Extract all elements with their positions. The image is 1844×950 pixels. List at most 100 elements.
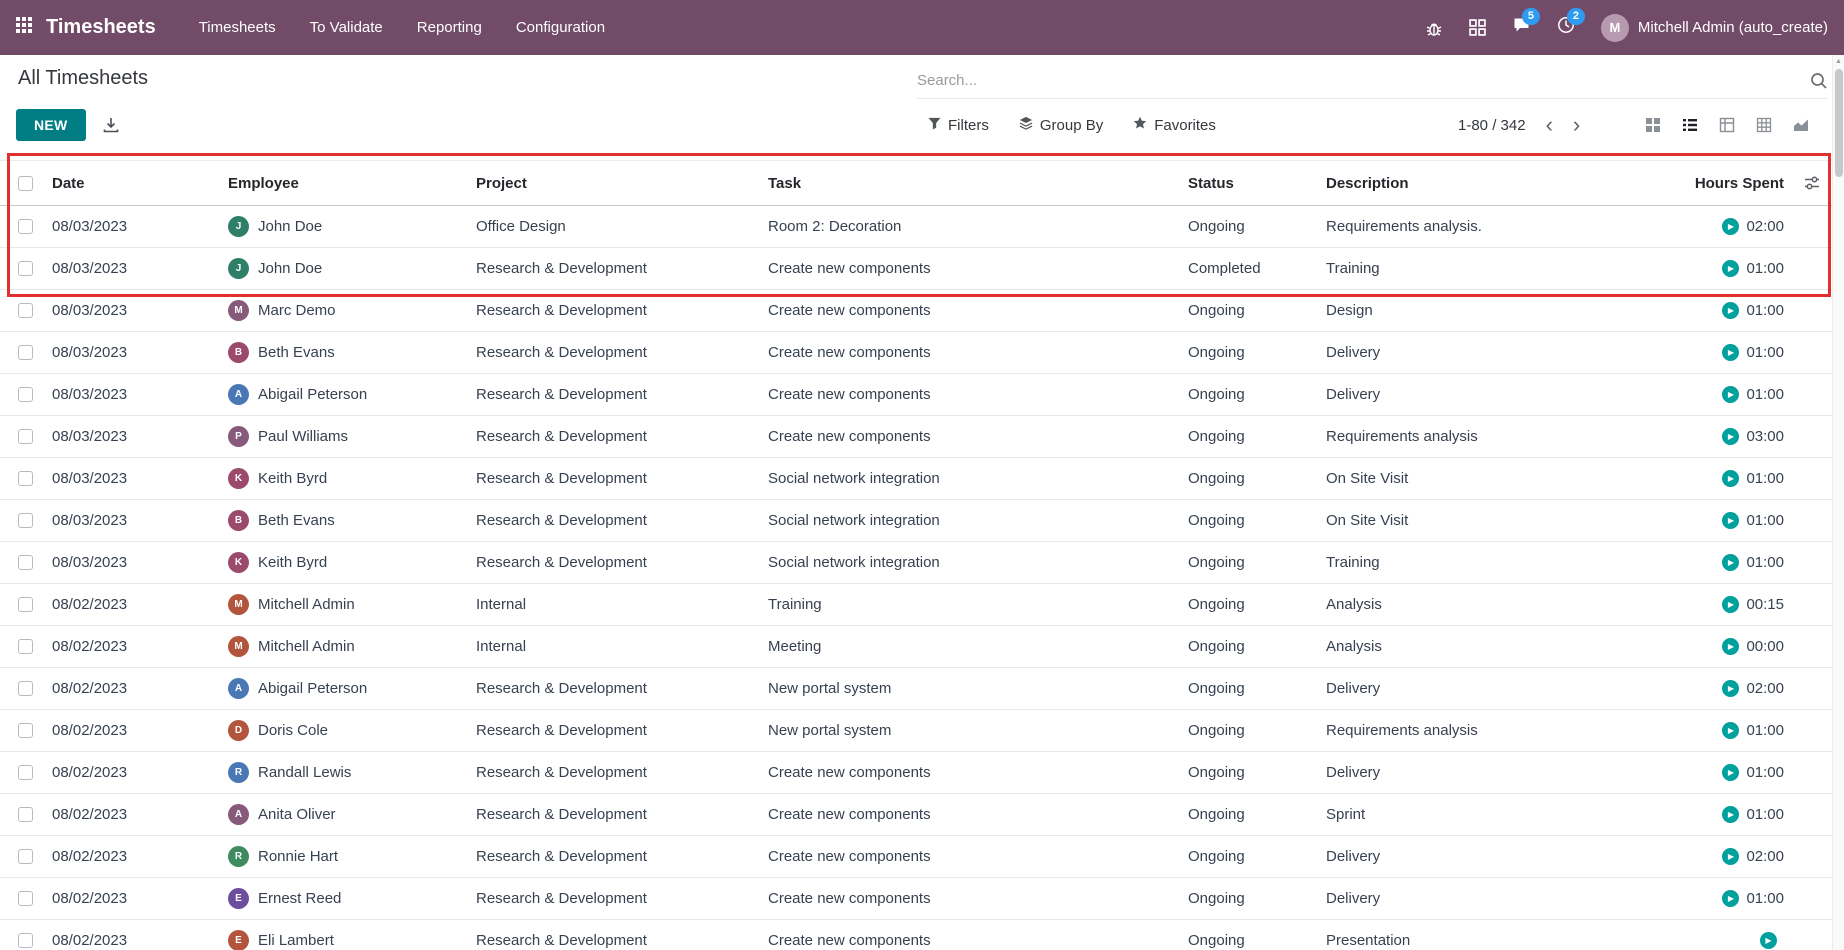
cell-description[interactable]: Delivery [1318, 848, 1648, 865]
cell-date[interactable]: 08/03/2023 [44, 302, 220, 319]
row-checkbox[interactable] [18, 933, 33, 948]
cell-status[interactable]: Ongoing [1180, 596, 1318, 613]
cell-employee[interactable]: A Abigail Peterson [220, 384, 468, 405]
table-row[interactable]: 08/03/2023 K Keith Byrd Research & Devel… [0, 458, 1832, 500]
cell-employee[interactable]: J John Doe [220, 258, 468, 279]
header-date[interactable]: Date [44, 175, 220, 192]
cell-description[interactable]: Delivery [1318, 386, 1648, 403]
cell-description[interactable]: Delivery [1318, 680, 1648, 697]
row-checkbox[interactable] [18, 597, 33, 612]
row-checkbox[interactable] [18, 345, 33, 360]
graph-view-button[interactable] [1783, 110, 1818, 140]
cell-date[interactable]: 08/02/2023 [44, 764, 220, 781]
cell-employee[interactable]: P Paul Williams [220, 426, 468, 447]
timer-play-icon[interactable]: ▶ [1722, 890, 1739, 907]
timer-play-icon[interactable]: ▶ [1722, 764, 1739, 781]
cell-date[interactable]: 08/02/2023 [44, 890, 220, 907]
timer-play-icon[interactable]: ▶ [1760, 932, 1777, 949]
timer-play-icon[interactable]: ▶ [1722, 260, 1739, 277]
row-checkbox[interactable] [18, 513, 33, 528]
select-all-checkbox[interactable] [18, 176, 33, 191]
cell-status[interactable]: Ongoing [1180, 428, 1318, 445]
timer-play-icon[interactable]: ▶ [1722, 218, 1739, 235]
timer-play-icon[interactable]: ▶ [1722, 722, 1739, 739]
filters-button[interactable]: Filters [928, 117, 989, 134]
cell-employee[interactable]: K Keith Byrd [220, 468, 468, 489]
row-checkbox[interactable] [18, 765, 33, 780]
cell-employee[interactable]: E Eli Lambert [220, 930, 468, 950]
new-button[interactable]: NEW [16, 109, 86, 141]
table-row[interactable]: 08/02/2023 A Abigail Peterson Research &… [0, 668, 1832, 710]
cell-hours[interactable]: ▶ 02:00 [1648, 218, 1832, 235]
table-row[interactable]: 08/03/2023 B Beth Evans Research & Devel… [0, 500, 1832, 542]
cell-hours[interactable]: ▶ 01:00 [1648, 764, 1832, 781]
cell-description[interactable]: On Site Visit [1318, 512, 1648, 529]
cell-status[interactable]: Ongoing [1180, 932, 1318, 949]
cell-status[interactable]: Ongoing [1180, 722, 1318, 739]
cell-employee[interactable]: E Ernest Reed [220, 888, 468, 909]
cell-hours[interactable]: ▶ 03:00 [1648, 428, 1832, 445]
cell-task[interactable]: Create new components [760, 806, 1180, 823]
cell-status[interactable]: Ongoing [1180, 512, 1318, 529]
cell-date[interactable]: 08/02/2023 [44, 848, 220, 865]
cell-hours[interactable]: ▶ 02:00 [1648, 848, 1832, 865]
cell-description[interactable]: Delivery [1318, 890, 1648, 907]
table-row[interactable]: 08/02/2023 A Anita Oliver Research & Dev… [0, 794, 1832, 836]
cell-employee[interactable]: A Anita Oliver [220, 804, 468, 825]
cell-hours[interactable]: ▶ 01:00 [1648, 386, 1832, 403]
cell-status[interactable]: Completed [1180, 260, 1318, 277]
cell-date[interactable]: 08/02/2023 [44, 638, 220, 655]
cell-task[interactable]: Create new components [760, 428, 1180, 445]
cell-task[interactable]: Create new components [760, 260, 1180, 277]
row-checkbox[interactable] [18, 387, 33, 402]
cell-project[interactable]: Internal [468, 596, 760, 613]
row-checkbox[interactable] [18, 555, 33, 570]
cell-hours[interactable]: ▶ 01:00 [1648, 512, 1832, 529]
cell-description[interactable]: Analysis [1318, 638, 1648, 655]
cell-date[interactable]: 08/03/2023 [44, 554, 220, 571]
cell-description[interactable]: Design [1318, 302, 1648, 319]
cell-task[interactable]: Meeting [760, 638, 1180, 655]
cell-status[interactable]: Ongoing [1180, 344, 1318, 361]
cell-task[interactable]: Social network integration [760, 554, 1180, 571]
cell-hours[interactable]: ▶ 01:00 [1648, 260, 1832, 277]
cell-task[interactable]: Create new components [760, 302, 1180, 319]
list-view-button[interactable] [1672, 110, 1707, 140]
cell-date[interactable]: 08/03/2023 [44, 386, 220, 403]
row-checkbox[interactable] [18, 219, 33, 234]
table-row[interactable]: 08/03/2023 K Keith Byrd Research & Devel… [0, 542, 1832, 584]
kanban-view-button[interactable] [1635, 110, 1670, 140]
cell-employee[interactable]: J John Doe [220, 216, 468, 237]
cell-description[interactable]: Training [1318, 260, 1648, 277]
cell-hours[interactable]: ▶ 00:15 [1648, 596, 1832, 613]
cell-description[interactable]: Delivery [1318, 344, 1648, 361]
cell-project[interactable]: Research & Development [468, 890, 760, 907]
header-employee[interactable]: Employee [220, 175, 468, 192]
cell-employee[interactable]: A Abigail Peterson [220, 678, 468, 699]
table-row[interactable]: 08/03/2023 A Abigail Peterson Research &… [0, 374, 1832, 416]
table-row[interactable]: 08/03/2023 J John Doe Research & Develop… [0, 248, 1832, 290]
cell-employee[interactable]: B Beth Evans [220, 510, 468, 531]
table-row[interactable]: 08/02/2023 E Eli Lambert Research & Deve… [0, 920, 1832, 950]
cell-employee[interactable]: M Mitchell Admin [220, 594, 468, 615]
cell-project[interactable]: Research & Development [468, 848, 760, 865]
timer-play-icon[interactable]: ▶ [1722, 806, 1739, 823]
cell-status[interactable]: Ongoing [1180, 554, 1318, 571]
timer-play-icon[interactable]: ▶ [1722, 512, 1739, 529]
cell-hours[interactable]: ▶ 01:00 [1648, 302, 1832, 319]
scroll-up-arrow[interactable]: ▲ [1833, 55, 1844, 65]
cell-employee[interactable]: M Mitchell Admin [220, 636, 468, 657]
cell-status[interactable]: Ongoing [1180, 806, 1318, 823]
cell-date[interactable]: 08/02/2023 [44, 722, 220, 739]
cell-employee[interactable]: M Marc Demo [220, 300, 468, 321]
table-row[interactable]: 08/02/2023 M Mitchell Admin Internal Tra… [0, 584, 1832, 626]
cell-project[interactable]: Research & Development [468, 344, 760, 361]
row-checkbox[interactable] [18, 429, 33, 444]
cell-status[interactable]: Ongoing [1180, 764, 1318, 781]
cell-task[interactable]: Create new components [760, 890, 1180, 907]
row-checkbox[interactable] [18, 471, 33, 486]
cell-task[interactable]: Training [760, 596, 1180, 613]
cell-project[interactable]: Research & Development [468, 302, 760, 319]
menu-reporting[interactable]: Reporting [404, 11, 495, 44]
cell-date[interactable]: 08/03/2023 [44, 260, 220, 277]
